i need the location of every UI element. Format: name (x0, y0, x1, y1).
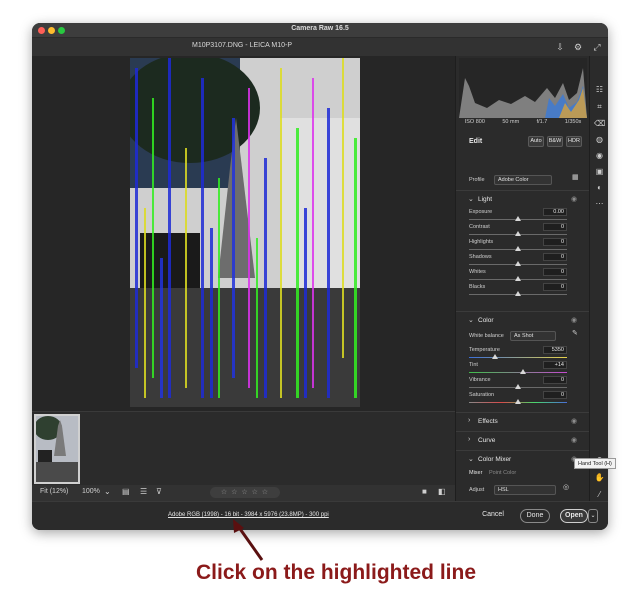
annotation-arrow (233, 519, 264, 561)
instruction-caption: Click on the highlighted line (196, 561, 477, 584)
